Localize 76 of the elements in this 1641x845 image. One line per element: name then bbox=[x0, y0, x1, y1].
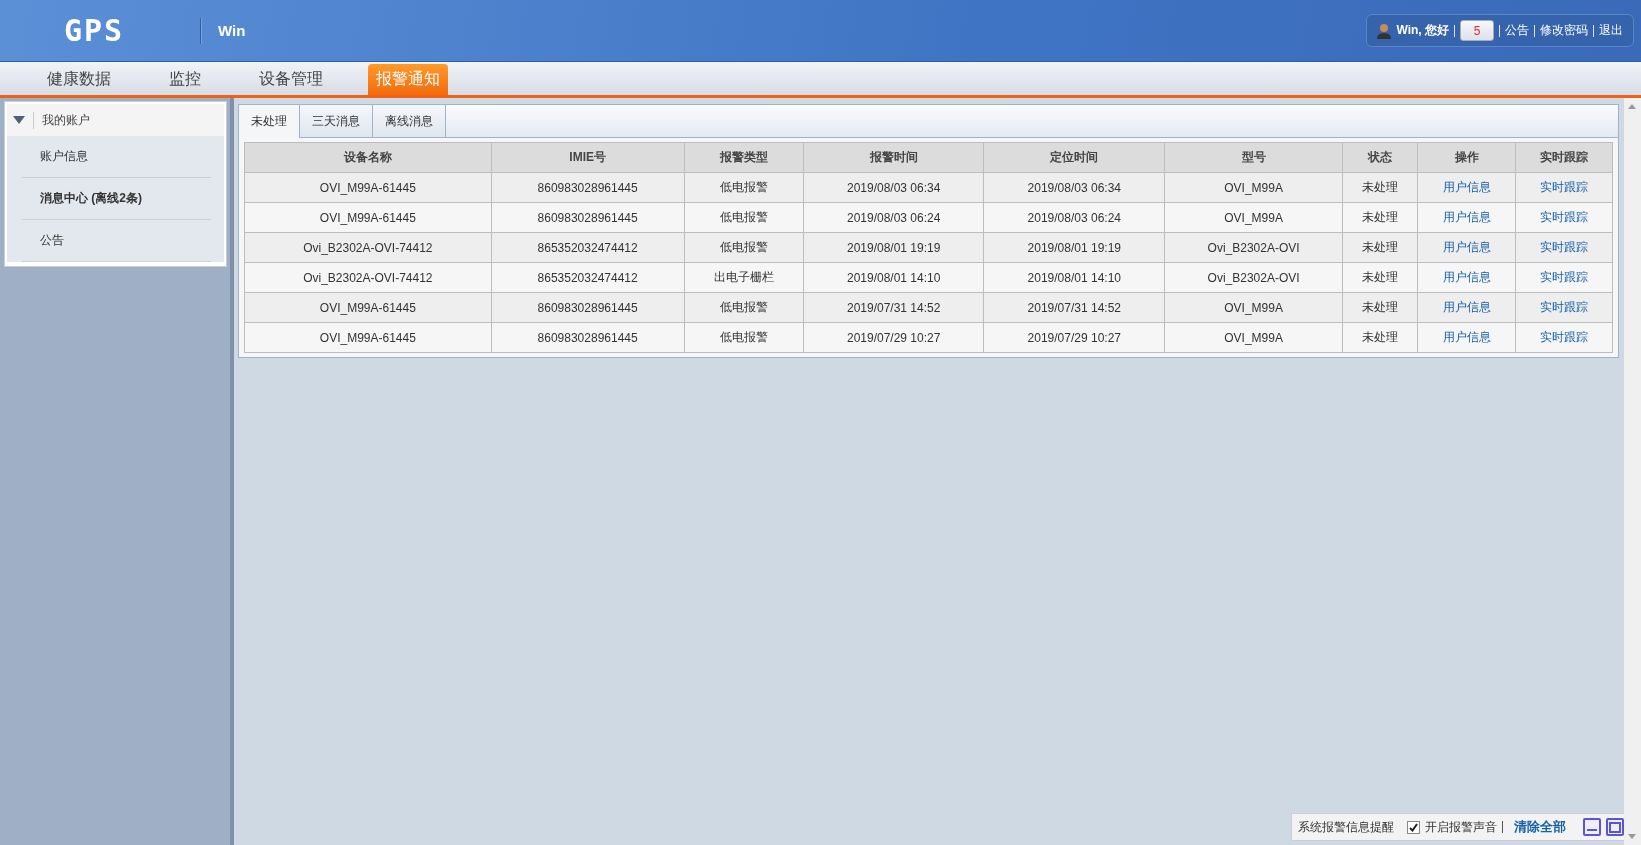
table-cell: OVI_M99A-61445 bbox=[244, 172, 492, 203]
table-cell: OVI_M99A bbox=[1164, 202, 1343, 233]
sound-label: 开启报警声音 bbox=[1425, 818, 1497, 836]
table-cell: 2019/08/01 14:10 bbox=[803, 262, 984, 293]
column-header: IMIE号 bbox=[491, 142, 685, 173]
table-cell: 860983028961445 bbox=[491, 322, 685, 353]
table-cell: 低电报警 bbox=[684, 292, 804, 323]
table-cell: 2019/08/01 14:10 bbox=[983, 262, 1165, 293]
tab[interactable]: 三天消息 bbox=[300, 105, 373, 137]
table-cell: 低电报警 bbox=[684, 172, 804, 203]
table-cell: 2019/08/01 19:19 bbox=[983, 232, 1165, 263]
table-cell: 低电报警 bbox=[684, 322, 804, 353]
table-cell: 2019/07/29 10:27 bbox=[803, 322, 984, 353]
table-cell: 860983028961445 bbox=[491, 202, 685, 233]
table-cell: 2019/07/31 14:52 bbox=[983, 292, 1165, 323]
table-cell: 865352032474412 bbox=[491, 262, 685, 293]
header-link[interactable]: 退出 bbox=[1599, 22, 1623, 39]
table-cell: 未处理 bbox=[1342, 292, 1418, 323]
sidebar-item[interactable]: 消息中心 (离线2条) bbox=[22, 178, 211, 220]
table-cell: 2019/08/01 19:19 bbox=[803, 232, 984, 263]
column-header: 实时跟踪 bbox=[1515, 142, 1613, 173]
alert-title: 系统报警信息提醒 bbox=[1298, 818, 1394, 836]
table-cell: 未处理 bbox=[1342, 232, 1418, 263]
table-cell: Ovi_B2302A-OVI bbox=[1164, 232, 1343, 263]
table-cell: 未处理 bbox=[1342, 172, 1418, 203]
table-cell: OVI_M99A bbox=[1164, 322, 1343, 353]
table-cell: 865352032474412 bbox=[491, 232, 685, 263]
column-header: 设备名称 bbox=[244, 142, 492, 173]
sound-checkbox[interactable] bbox=[1407, 820, 1420, 834]
account-name: Win bbox=[218, 22, 246, 39]
table-cell: 2019/07/31 14:52 bbox=[803, 292, 984, 323]
column-header: 报警时间 bbox=[803, 142, 984, 173]
column-header: 报警类型 bbox=[684, 142, 804, 173]
table-cell: 未处理 bbox=[1342, 202, 1418, 233]
sidebar-item[interactable]: 账户信息 bbox=[22, 136, 211, 178]
table-cell: 低电报警 bbox=[684, 232, 804, 263]
nav-tab[interactable]: 监控 bbox=[140, 64, 230, 95]
nav-tab[interactable]: 设备管理 bbox=[230, 64, 352, 95]
user-icon bbox=[1377, 22, 1392, 39]
table-cell: 2019/08/03 06:34 bbox=[983, 172, 1165, 203]
minimize-icon[interactable] bbox=[1583, 818, 1601, 836]
table-cell: 未处理 bbox=[1342, 322, 1418, 353]
column-header: 型号 bbox=[1164, 142, 1343, 173]
table-cell: Ovi_B2302A-OVI-74412 bbox=[244, 232, 492, 263]
table-cell: OVI_M99A-61445 bbox=[244, 322, 492, 353]
table-cell: 2019/07/29 10:27 bbox=[983, 322, 1165, 353]
table-cell: OVI_M99A-61445 bbox=[244, 202, 492, 233]
clear-all-link[interactable]: 清除全部 bbox=[1514, 818, 1566, 836]
table-cell: OVI_M99A bbox=[1164, 292, 1343, 323]
expand-icon[interactable] bbox=[13, 116, 25, 124]
table-cell: 2019/08/03 06:24 bbox=[983, 202, 1165, 233]
column-header: 操作 bbox=[1417, 142, 1516, 173]
table-cell: 2019/08/03 06:24 bbox=[803, 202, 984, 233]
sidebar-item[interactable]: 公告 bbox=[22, 220, 211, 262]
tab[interactable]: 未处理 bbox=[239, 105, 300, 138]
table-cell: 低电报警 bbox=[684, 202, 804, 233]
header-link[interactable]: 公告 bbox=[1505, 22, 1529, 39]
alert-count-button[interactable]: 5 bbox=[1460, 20, 1494, 41]
table-cell: 出电子栅栏 bbox=[684, 262, 804, 293]
table-cell: 未处理 bbox=[1342, 262, 1418, 293]
tab[interactable]: 离线消息 bbox=[373, 105, 446, 137]
nav-tab[interactable]: 健康数据 bbox=[18, 64, 140, 95]
table-cell: OVI_M99A-61445 bbox=[244, 292, 492, 323]
column-header: 状态 bbox=[1342, 142, 1418, 173]
greeting-text: Win, 您好 bbox=[1396, 22, 1449, 39]
table-cell: Ovi_B2302A-OVI bbox=[1164, 262, 1343, 293]
column-header: 定位时间 bbox=[983, 142, 1165, 173]
table-cell: Ovi_B2302A-OVI-74412 bbox=[244, 262, 492, 293]
maximize-icon[interactable] bbox=[1606, 818, 1624, 836]
table-cell: 2019/08/03 06:34 bbox=[803, 172, 984, 203]
logo: GPS bbox=[64, 13, 126, 48]
header-link[interactable]: 修改密码 bbox=[1540, 22, 1588, 39]
sidebar-header[interactable]: 我的账户 bbox=[7, 104, 224, 136]
table-cell: OVI_M99A bbox=[1164, 172, 1343, 203]
table-cell: 860983028961445 bbox=[491, 172, 685, 203]
table-cell: 860983028961445 bbox=[491, 292, 685, 323]
